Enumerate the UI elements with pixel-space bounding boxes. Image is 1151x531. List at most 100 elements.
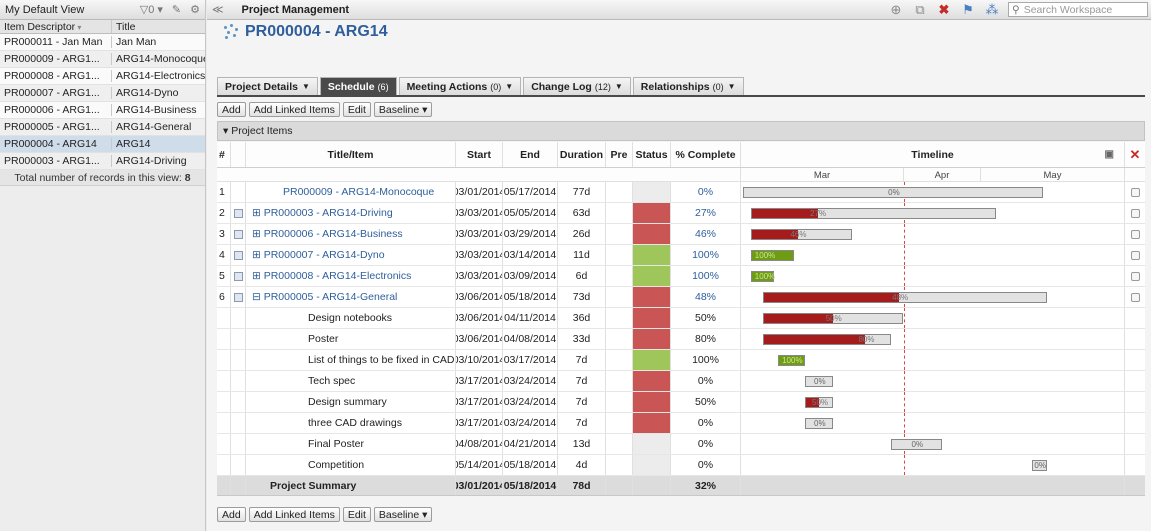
gantt-icon[interactable] [233,250,243,260]
header-duration[interactable]: Duration [558,142,606,167]
row-complete[interactable]: 46% [671,224,741,244]
collapse-left-icon[interactable]: ≪ [212,3,224,16]
gantt-bar[interactable]: 48% [762,292,1048,303]
gantt-bar[interactable]: 100% [750,250,794,261]
record-row[interactable]: PR000005 - ARG1... ARG14-General [0,119,205,136]
table-row[interactable]: Tech spec03/17/201403/24/20147d 0% 0% [217,371,1145,392]
add-button[interactable]: Add [217,102,246,117]
row-complete[interactable]: 100% [671,266,741,286]
tab-project-details[interactable]: Project Details ▼ [217,77,318,95]
search-input[interactable]: ⚲ Search Workspace [1008,2,1148,17]
record-row[interactable]: PR000003 - ARG1... ARG14-Driving [0,153,205,170]
gantt-icon[interactable] [233,208,243,218]
crosshair-icon[interactable]: ⊕ [884,2,908,18]
gantt-icon[interactable] [233,292,243,302]
row-complete[interactable]: 100% [671,245,741,265]
header-title[interactable]: Title/Item [246,142,456,167]
header-status[interactable]: Status [633,142,671,167]
gantt-bar[interactable]: 80% [762,334,892,345]
row-title[interactable]: ⊞ PR000003 - ARG14-Driving [246,203,456,223]
column-title[interactable]: Title [112,20,205,33]
header-end[interactable]: End [503,142,558,167]
row-title[interactable]: ⊞ PR000007 - ARG14-Dyno [246,245,456,265]
row-checkbox[interactable] [1130,208,1140,218]
row-checkbox[interactable] [1130,250,1140,260]
row-checkbox[interactable] [1130,292,1140,302]
table-row[interactable]: 1 PR000009 - ARG14-Monocoque03/01/201405/… [217,182,1145,203]
gantt-bar[interactable]: 0% [743,187,1044,198]
table-row[interactable]: List of things to be fixed in CAD model0… [217,350,1145,371]
gantt-bar[interactable]: 50% [805,397,833,408]
table-row[interactable]: Poster03/06/201404/08/201433d 80% 80% [217,329,1145,350]
table-row[interactable]: Competition05/14/201405/18/20144d 0% 0% [217,455,1145,476]
tab-change-log[interactable]: Change Log (12) ▼ [523,77,631,95]
table-row[interactable]: 5 ⊞ PR000008 - ARG14-Electronics03/03/201… [217,266,1145,287]
row-checkbox[interactable] [1130,187,1140,197]
close-timeline-icon[interactable]: ✕ [1125,142,1145,167]
tab-menu-icon[interactable]: ▼ [302,82,310,91]
row-checkbox[interactable] [1130,229,1140,239]
column-item-descriptor[interactable]: Item Descriptor ▾ [0,20,112,33]
tab-menu-icon[interactable]: ▼ [615,82,623,91]
tab-relationships[interactable]: Relationships (0) ▼ [632,77,744,95]
row-complete[interactable]: 48% [671,287,741,307]
row-complete[interactable]: 27% [671,203,741,223]
tab-menu-icon[interactable]: ▼ [505,82,513,91]
settings-icon[interactable]: ⚙ [190,3,200,16]
gantt-bar[interactable]: 100% [778,355,806,366]
record-row[interactable]: PR000011 - Jan Man Jan Man [0,34,205,51]
table-row[interactable]: Design summary03/17/201403/24/20147d 50% 5… [217,392,1145,413]
header-pre[interactable]: Pre [606,142,633,167]
row-complete[interactable]: 0% [671,182,741,202]
record-row[interactable]: PR000009 - ARG1... ARG14-Monocoque [0,51,205,68]
table-row[interactable]: Design notebooks03/06/201404/11/201436d 5… [217,308,1145,329]
record-row[interactable]: PR000006 - ARG1... ARG14-Business [0,102,205,119]
baseline-dropdown-bottom[interactable]: Baseline ▾ [373,507,433,522]
gantt-bar[interactable]: 46% [750,229,853,240]
add-button-bottom[interactable]: Add [217,507,246,522]
table-row[interactable]: three CAD drawings03/17/201403/24/20147d… [217,413,1145,434]
table-row[interactable]: 6 ⊟ PR000005 - ARG14-General03/06/201405/… [217,287,1145,308]
gantt-bar[interactable]: 100% [750,271,775,282]
gantt-bar[interactable]: 0% [805,376,833,387]
copy-icon[interactable]: ⧉ [908,2,932,18]
row-duration: 63d [558,203,606,223]
row-title[interactable]: ⊞ PR000008 - ARG14-Electronics [246,266,456,286]
gantt-bar[interactable]: 0% [891,439,942,450]
expand-window-icon[interactable]: ▣ [1105,149,1114,160]
tab-meeting-actions[interactable]: Meeting Actions (0) ▼ [398,77,522,95]
filter-dropdown[interactable]: ▽0 ▾ [140,3,163,16]
table-row[interactable]: 2 ⊞ PR000003 - ARG14-Driving03/03/201405/… [217,203,1145,224]
row-title[interactable]: PR000009 - ARG14-Monocoque [246,182,456,202]
project-items-section-header[interactable]: ▾ Project Items [217,121,1145,141]
gantt-bar[interactable]: 0% [805,418,833,429]
gantt-icon[interactable] [233,271,243,281]
gantt-bar[interactable]: 27% [750,208,997,219]
row-title[interactable]: ⊟ PR000005 - ARG14-General [246,287,456,307]
row-checkbox[interactable] [1130,271,1140,281]
gantt-bar[interactable]: 50% [762,313,903,324]
gantt-bar[interactable]: 0% [1031,460,1048,471]
header-complete[interactable]: % Complete [671,142,741,167]
table-row[interactable]: 3 ⊞ PR000006 - ARG14-Business03/03/201403… [217,224,1145,245]
edit-button-bottom[interactable]: Edit [342,507,371,522]
record-row[interactable]: PR000004 - ARG14 ARG14 [0,136,205,153]
table-row[interactable]: Final Poster04/08/201404/21/201413d 0% 0% [217,434,1145,455]
baseline-dropdown[interactable]: Baseline ▾ [373,102,433,117]
edit-button[interactable]: Edit [342,102,371,117]
pencil-icon[interactable]: ✎ [172,3,181,16]
table-row[interactable]: 4 ⊞ PR000007 - ARG14-Dyno03/03/201403/14/… [217,245,1145,266]
tab-menu-icon[interactable]: ▼ [728,82,736,91]
record-row[interactable]: PR000008 - ARG1... ARG14-Electronics [0,68,205,85]
view-selector[interactable]: My Default View [5,4,131,16]
tab-schedule[interactable]: Schedule (6) [319,77,397,95]
row-title[interactable]: ⊞ PR000006 - ARG14-Business [246,224,456,244]
hierarchy-icon[interactable]: ⁂ [980,2,1004,18]
gantt-icon[interactable] [233,229,243,239]
header-start[interactable]: Start [456,142,503,167]
add-linked-items-button[interactable]: Add Linked Items [248,102,340,117]
flag-icon[interactable]: ⚑ [956,2,980,18]
record-row[interactable]: PR000007 - ARG1... ARG14-Dyno [0,85,205,102]
delete-icon[interactable]: ✖ [932,2,956,18]
add-linked-items-button-bottom[interactable]: Add Linked Items [248,507,340,522]
